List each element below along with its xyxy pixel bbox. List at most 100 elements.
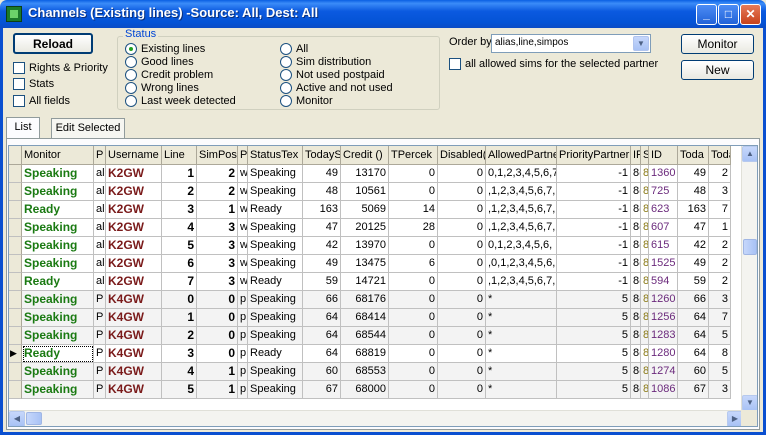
table-cell[interactable]: 5 <box>709 363 731 381</box>
table-cell[interactable]: p <box>238 381 248 399</box>
table-cell[interactable]: 2 <box>709 255 731 273</box>
scroll-up-icon[interactable]: ▲ <box>742 146 757 162</box>
table-cell[interactable]: 14 <box>389 201 438 219</box>
table-cell[interactable]: 615 <box>649 237 678 255</box>
column-header[interactable]: TodayS <box>303 146 341 165</box>
table-cell[interactable]: * <box>486 363 557 381</box>
all-fields-checkbox[interactable]: All fields <box>13 95 70 109</box>
table-cell[interactable]: 8 <box>641 219 649 237</box>
table-cell[interactable]: 0 <box>389 183 438 201</box>
table-cell[interactable]: 2 <box>197 165 238 183</box>
table-cell[interactable]: 3 <box>197 237 238 255</box>
table-cell[interactable]: P <box>94 327 106 345</box>
table-cell[interactable]: 66 <box>303 291 341 309</box>
table-cell[interactable]: 8( <box>631 219 641 237</box>
table-cell[interactable]: 5 <box>557 363 631 381</box>
table-cell[interactable]: 7 <box>162 273 197 291</box>
horizontal-scrollbar[interactable]: ◀ ▶ <box>9 410 743 426</box>
vertical-scrollbar[interactable]: ▲ ▼ <box>741 146 757 411</box>
column-header[interactable]: AllowedPartne <box>486 146 557 165</box>
table-cell[interactable]: 1 <box>162 165 197 183</box>
table-cell[interactable]: 8 <box>641 183 649 201</box>
table-cell[interactable]: al <box>94 201 106 219</box>
table-cell[interactable]: ,1,2,3,4,5,6,7, <box>486 219 557 237</box>
table-cell[interactable]: 0 <box>389 291 438 309</box>
column-header[interactable]: StatusTex <box>248 146 303 165</box>
table-cell[interactable]: 66 <box>678 291 709 309</box>
column-header[interactable]: PriorityPartner <box>557 146 631 165</box>
table-cell[interactable]: * <box>486 291 557 309</box>
column-header[interactable]: Username <box>106 146 162 165</box>
column-header[interactable]: Line <box>162 146 197 165</box>
table-cell[interactable]: -1 <box>557 183 631 201</box>
table-cell[interactable]: p <box>238 345 248 363</box>
table-cell[interactable]: 64 <box>303 309 341 327</box>
table-cell[interactable]: 64 <box>678 309 709 327</box>
scroll-thumb[interactable] <box>743 239 757 255</box>
scroll-down-icon[interactable]: ▼ <box>742 395 757 411</box>
table-cell[interactable]: 0 <box>438 237 486 255</box>
table-cell[interactable]: K4GW <box>106 291 162 309</box>
table-cell[interactable]: 64 <box>303 327 341 345</box>
table-cell[interactable]: 5 <box>557 327 631 345</box>
table-cell[interactable]: 0 <box>438 165 486 183</box>
table-cell[interactable]: 0 <box>438 309 486 327</box>
table-cell[interactable]: Speaking <box>248 219 303 237</box>
table-cell[interactable]: 13475 <box>341 255 389 273</box>
table-cell[interactable]: 10561 <box>341 183 389 201</box>
column-header[interactable]: P <box>94 146 106 165</box>
table-cell[interactable]: w <box>238 237 248 255</box>
table-cell[interactable]: 60 <box>678 363 709 381</box>
table-cell[interactable]: 20125 <box>341 219 389 237</box>
table-cell[interactable]: 7 <box>709 309 731 327</box>
table-cell[interactable]: 59 <box>678 273 709 291</box>
table-cell[interactable]: 0 <box>438 381 486 399</box>
table-cell[interactable]: Speaking <box>248 291 303 309</box>
table-cell[interactable]: 0 <box>197 345 238 363</box>
table-cell[interactable]: 47 <box>303 219 341 237</box>
table-cell[interactable]: 5 <box>557 291 631 309</box>
table-row[interactable]: Speaking al K2GW 1 2 w Speaking 49 13170 0 0 0,1,2,… <box>9 165 743 183</box>
row-indicator[interactable] <box>9 381 22 399</box>
row-indicator[interactable] <box>9 165 22 183</box>
table-cell[interactable]: K4GW <box>106 381 162 399</box>
table-cell[interactable]: 3 <box>197 273 238 291</box>
table-cell[interactable]: 163 <box>678 201 709 219</box>
table-cell[interactable]: 49 <box>678 255 709 273</box>
close-button[interactable]: ✕ <box>740 4 761 25</box>
table-cell[interactable]: Speaking <box>248 381 303 399</box>
table-cell[interactable]: 5 <box>557 309 631 327</box>
table-cell[interactable]: al <box>94 273 106 291</box>
table-cell[interactable]: w <box>238 219 248 237</box>
chevron-down-icon[interactable]: ▼ <box>633 36 649 51</box>
table-cell[interactable]: 5 <box>557 381 631 399</box>
table-cell[interactable]: 1 <box>197 201 238 219</box>
table-cell[interactable]: K2GW <box>106 273 162 291</box>
table-cell[interactable]: Ready <box>248 201 303 219</box>
table-cell[interactable]: P <box>94 291 106 309</box>
row-indicator[interactable] <box>9 327 22 345</box>
reload-button[interactable]: Reload <box>13 33 93 54</box>
table-cell[interactable]: 8 <box>641 255 649 273</box>
table-cell[interactable]: 607 <box>649 219 678 237</box>
column-header[interactable]: Today <box>709 146 731 165</box>
table-cell[interactable]: * <box>486 327 557 345</box>
table-cell[interactable]: 8( <box>631 327 641 345</box>
table-cell[interactable]: P <box>94 345 106 363</box>
table-cell[interactable]: * <box>486 309 557 327</box>
table-cell[interactable]: 8( <box>631 291 641 309</box>
table-cell[interactable]: 0,1,2,3,4,5,6, <box>486 237 557 255</box>
column-header[interactable]: ID <box>649 146 678 165</box>
table-cell[interactable]: 8( <box>631 273 641 291</box>
table-cell[interactable]: 0 <box>197 327 238 345</box>
table-cell[interactable]: * <box>486 345 557 363</box>
table-row[interactable]: ▶ReadyPK4GW30pReady646881900*58(81280648 <box>9 345 743 363</box>
table-cell[interactable]: 0 <box>389 327 438 345</box>
table-cell[interactable]: 8 <box>641 165 649 183</box>
table-cell[interactable]: Speaking <box>248 363 303 381</box>
table-cell[interactable]: 725 <box>649 183 678 201</box>
row-indicator[interactable] <box>9 363 22 381</box>
status-radio-sim-distribution[interactable]: Sim distribution <box>280 56 371 69</box>
column-header[interactable]: Monitor <box>22 146 94 165</box>
table-cell[interactable]: 3 <box>709 381 731 399</box>
